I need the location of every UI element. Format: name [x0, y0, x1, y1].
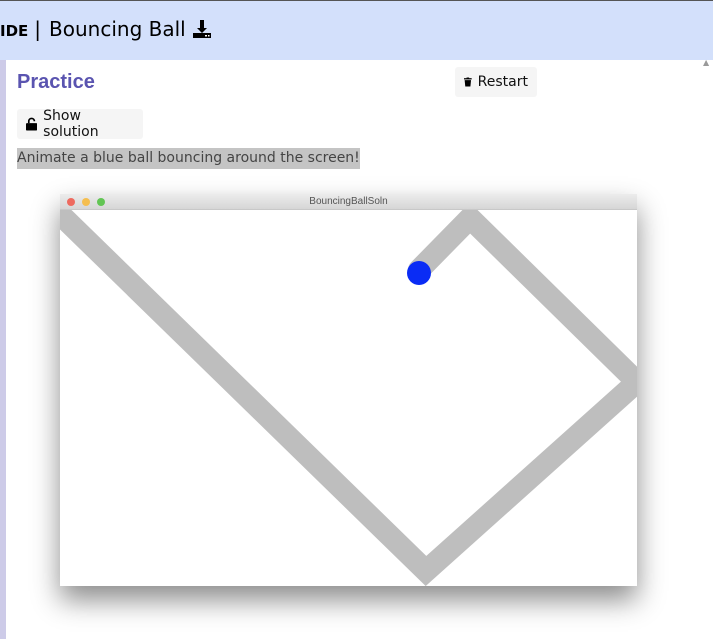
- title-separator: |: [34, 17, 42, 41]
- project-title: Bouncing Ball: [49, 17, 186, 41]
- trash-icon: [464, 77, 472, 87]
- top-bar: IDE | Bouncing Ball: [0, 0, 713, 60]
- restart-button[interactable]: Restart: [455, 67, 537, 97]
- show-solution-button[interactable]: Show solution: [17, 108, 143, 140]
- program-titlebar: BouncingBallSoln: [60, 194, 637, 210]
- program-title: BouncingBallSoln: [309, 196, 388, 207]
- app-title: IDE | Bouncing Ball: [0, 17, 212, 44]
- download-icon[interactable]: [192, 19, 212, 44]
- unlock-icon: [26, 117, 38, 131]
- blue-ball: [407, 261, 431, 285]
- restart-label: Restart: [477, 74, 528, 90]
- exercise-prompt: Animate a blue ball bouncing around the …: [17, 148, 360, 169]
- animation-canvas: [60, 210, 637, 586]
- ball-trail: [60, 210, 637, 586]
- show-solution-label: Show solution: [43, 108, 99, 140]
- program-window: BouncingBallSoln: [60, 194, 637, 586]
- app-prefix: IDE: [0, 22, 29, 40]
- section-title: Practice: [17, 71, 95, 93]
- scroll-up-icon[interactable]: ▲: [703, 59, 709, 67]
- left-strip: [0, 60, 6, 639]
